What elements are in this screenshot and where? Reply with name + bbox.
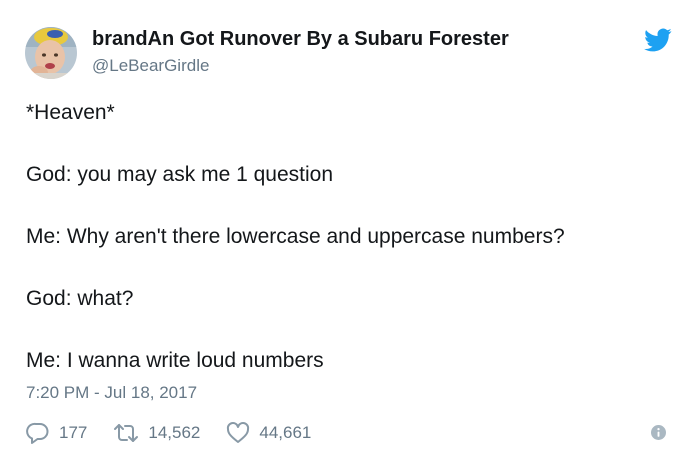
tweet-line-god-what: God: what? — [26, 287, 134, 310]
tweet-line-heaven: *Heaven* — [26, 101, 115, 124]
tweet-card: brandAn Got Runover By a Subaru Forester… — [0, 0, 700, 461]
avatar[interactable] — [25, 27, 77, 79]
tweet-timestamp[interactable]: 7:20 PM - Jul 18, 2017 — [26, 383, 197, 403]
display-name[interactable]: brandAn Got Runover By a Subaru Forester — [92, 28, 509, 51]
tweet-line-god-question: God: you may ask me 1 question — [26, 163, 333, 186]
heart-icon — [227, 421, 250, 443]
tweet-line-me-question: Me: Why aren't there lowercase and upper… — [26, 225, 565, 248]
reply-button[interactable]: 177 — [26, 421, 87, 445]
retweet-icon — [114, 424, 139, 442]
tweet-actions: 177 14,562 44,661 — [26, 420, 337, 446]
tweet-line-me-loud: Me: I wanna write loud numbers — [26, 349, 324, 372]
like-count: 44,661 — [259, 423, 312, 442]
retweet-count: 14,562 — [148, 423, 201, 442]
tweet-text: *Heaven* God: you may ask me 1 question … — [26, 98, 676, 376]
retweet-button[interactable]: 14,562 — [113, 421, 200, 445]
reply-bubble-icon — [26, 422, 49, 444]
reply-count: 177 — [59, 423, 88, 442]
info-icon[interactable] — [651, 425, 666, 440]
twitter-bird-icon[interactable] — [644, 28, 672, 52]
like-button[interactable]: 44,661 — [226, 421, 311, 445]
user-handle[interactable]: @LeBearGirdle — [92, 56, 209, 76]
